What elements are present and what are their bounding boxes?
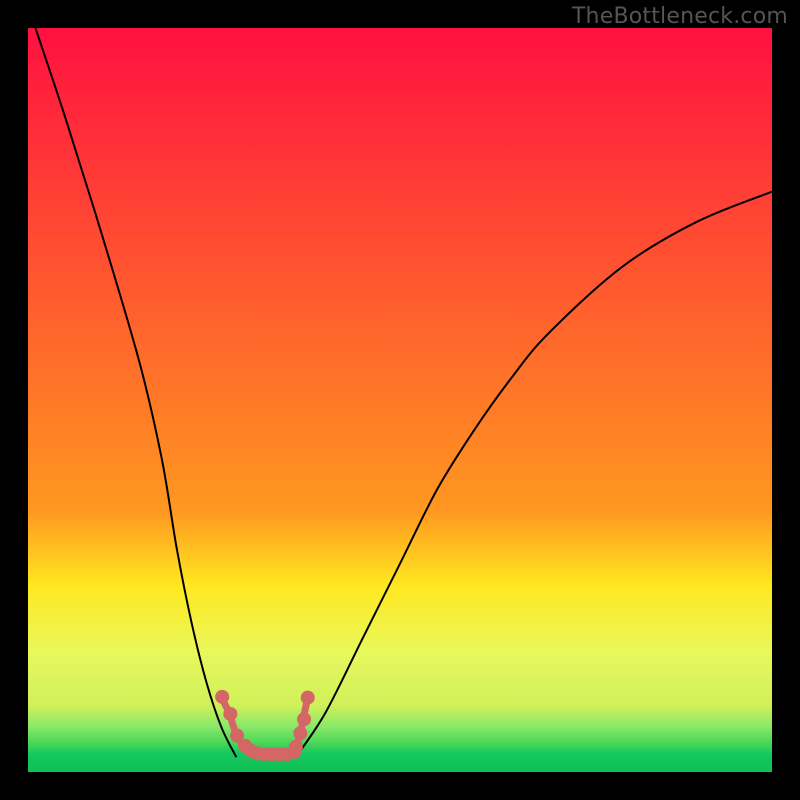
bottleneck-point [297,712,311,726]
plot-background [28,28,772,772]
bottleneck-point [301,691,315,705]
bottleneck-point [215,690,229,704]
bottleneck-point [289,740,303,754]
bottleneck-point [223,707,237,721]
chart-canvas [0,0,800,800]
bottleneck-point [293,726,307,740]
watermark-text: TheBottleneck.com [572,4,788,29]
